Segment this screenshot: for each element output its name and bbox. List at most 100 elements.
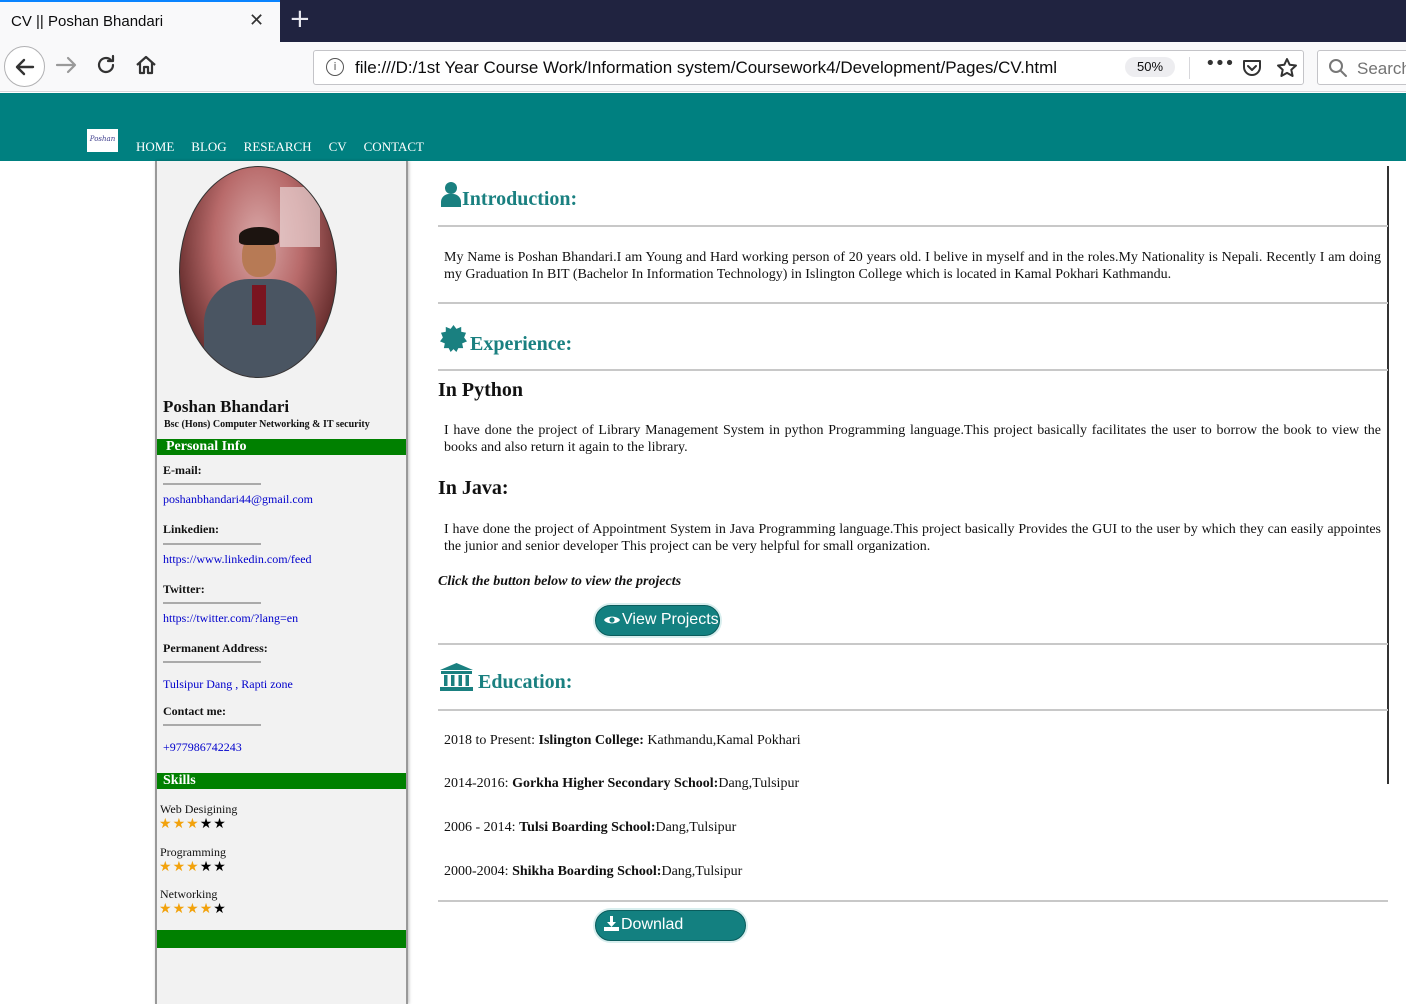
star-filled-icon: ★	[159, 816, 173, 832]
divider	[438, 302, 1388, 304]
reload-icon	[97, 54, 115, 74]
education-item: 2018 to Present: Islington College: Kath…	[444, 733, 801, 748]
arrow-left-icon	[15, 58, 35, 76]
tab-title: CV || Poshan Bhandari	[11, 13, 164, 30]
education-title: Education:	[478, 671, 573, 693]
menu-cv[interactable]: CV	[329, 139, 347, 155]
download-icon	[604, 916, 619, 931]
star-filled-icon: ★	[186, 859, 200, 875]
pocket-icon[interactable]	[1241, 57, 1263, 84]
skill-rating: ★★★★★	[159, 901, 227, 917]
menu-blog[interactable]: BLOG	[191, 139, 226, 155]
profile-name: Poshan Bhandari	[163, 397, 290, 416]
url-text[interactable]: file:///D:/1st Year Course Work/Informat…	[355, 58, 1057, 78]
experience-heading: Experience:	[440, 325, 572, 356]
divider	[163, 724, 261, 726]
search-box[interactable]: Search	[1317, 50, 1406, 85]
skills-heading: Skills	[157, 773, 406, 789]
intro-title: Introduction:	[462, 188, 578, 210]
star-empty-icon: ★	[199, 816, 214, 832]
linkedin-link[interactable]: https://www.linkedin.com/feed	[163, 552, 312, 567]
address-label: Permanent Address:	[163, 641, 268, 655]
skill-rating: ★★★★★	[159, 859, 227, 875]
star-empty-icon: ★	[213, 816, 227, 832]
address-value: Tulsipur Dang , Rapti zone	[163, 677, 293, 691]
profile-sidebar: Poshan Bhandari Bsc (Hons) Computer Netw…	[155, 161, 408, 1004]
skill-rating: ★★★★★	[159, 816, 227, 832]
close-tab-icon[interactable]: ✕	[249, 10, 264, 31]
experience-title: Experience:	[470, 333, 573, 355]
search-icon	[1328, 58, 1348, 83]
email-link[interactable]: poshanbhandari44@gmail.com	[163, 492, 313, 507]
view-projects-button[interactable]: View Projects	[595, 605, 720, 636]
education-item: 2014-2016: Gorkha Higher Secondary Schoo…	[444, 776, 800, 791]
java-text: I have done the project of Appointment S…	[444, 522, 1381, 554]
url-bar[interactable]: i file:///D:/1st Year Course Work/Inform…	[313, 50, 1304, 85]
education-item: 2006 - 2014: Tulsi Boarding School:Dang,…	[444, 820, 737, 835]
phone-link[interactable]: +977986742243	[163, 740, 242, 755]
projects-note: Click the button below to view the proje…	[438, 574, 682, 589]
linkedin-label: Linkedien:	[163, 522, 220, 536]
star-filled-icon: ★	[159, 859, 173, 875]
divider	[163, 661, 261, 663]
skill-name: Networking	[160, 887, 218, 901]
star-filled-icon: ★	[172, 816, 187, 832]
back-button[interactable]	[4, 46, 45, 87]
menu-home[interactable]: HOME	[136, 139, 174, 155]
education-item: 2000-2004: Shikha Boarding School:Dang,T…	[444, 864, 743, 879]
profile-degree: Bsc (Hons) Computer Networking & IT secu…	[164, 419, 370, 430]
view-projects-label: View Projects	[622, 611, 719, 628]
institution-icon	[440, 663, 473, 691]
star-filled-icon: ★	[172, 859, 187, 875]
badge-icon	[440, 325, 467, 352]
site-header: Poshan HOME BLOG RESEARCH CV CONTACT	[0, 93, 1406, 161]
python-text: I have done the project of Library Manag…	[444, 423, 1381, 455]
star-filled-icon: ★	[172, 901, 187, 917]
contact-label: Contact me:	[163, 704, 226, 718]
new-tab-icon[interactable]: +	[289, 4, 311, 34]
divider	[438, 900, 1388, 902]
skill-name: Programming	[160, 845, 226, 859]
divider	[163, 543, 261, 545]
site-logo[interactable]: Poshan	[87, 129, 118, 152]
info-icon[interactable]: i	[326, 58, 344, 76]
menu-contact[interactable]: CONTACT	[364, 139, 424, 155]
home-icon	[136, 55, 156, 75]
python-heading: In Python	[438, 379, 524, 401]
zoom-badge[interactable]: 50%	[1125, 57, 1175, 77]
bookmark-star-icon[interactable]	[1275, 56, 1299, 85]
home-button[interactable]	[134, 53, 158, 81]
browser-tab[interactable]: CV || Poshan Bhandari ✕	[0, 0, 280, 42]
twitter-label: Twitter:	[163, 582, 205, 596]
sidebar-footer-band	[157, 930, 406, 948]
forward-button[interactable]	[54, 53, 78, 81]
intro-text: My Name is Poshan Bhandari.I am Young an…	[444, 250, 1381, 282]
browser-tabbar: CV || Poshan Bhandari ✕ +	[0, 0, 1406, 42]
skill-name: Web Desigining	[160, 802, 238, 816]
star-filled-icon: ★	[186, 816, 200, 832]
menu-research[interactable]: RESEARCH	[244, 139, 312, 155]
intro-heading: Introduction:	[440, 181, 577, 211]
search-placeholder[interactable]: Search	[1357, 59, 1406, 79]
star-filled-icon: ★	[186, 901, 200, 917]
eye-icon	[604, 616, 620, 624]
education-heading: Education:	[440, 663, 572, 694]
avatar	[179, 166, 337, 378]
divider	[438, 643, 1388, 645]
twitter-link[interactable]: https://twitter.com/?lang=en	[163, 611, 298, 626]
personal-info-heading: Personal Info	[157, 439, 406, 455]
divider	[163, 602, 261, 604]
star-empty-icon: ★	[199, 859, 214, 875]
download-resume-button[interactable]: Downlad Resume	[595, 910, 746, 961]
url-separator	[1189, 57, 1190, 79]
more-actions-icon[interactable]: •••	[1205, 53, 1235, 74]
content-border	[1387, 166, 1389, 784]
star-empty-icon: ★	[213, 901, 227, 917]
divider	[438, 369, 1388, 371]
email-label: E-mail:	[163, 463, 202, 477]
star-empty-icon: ★	[213, 859, 227, 875]
star-filled-icon: ★	[199, 901, 214, 917]
reload-button[interactable]	[94, 53, 118, 81]
site-menu: HOME BLOG RESEARCH CV CONTACT	[136, 139, 441, 155]
user-icon	[441, 182, 461, 207]
